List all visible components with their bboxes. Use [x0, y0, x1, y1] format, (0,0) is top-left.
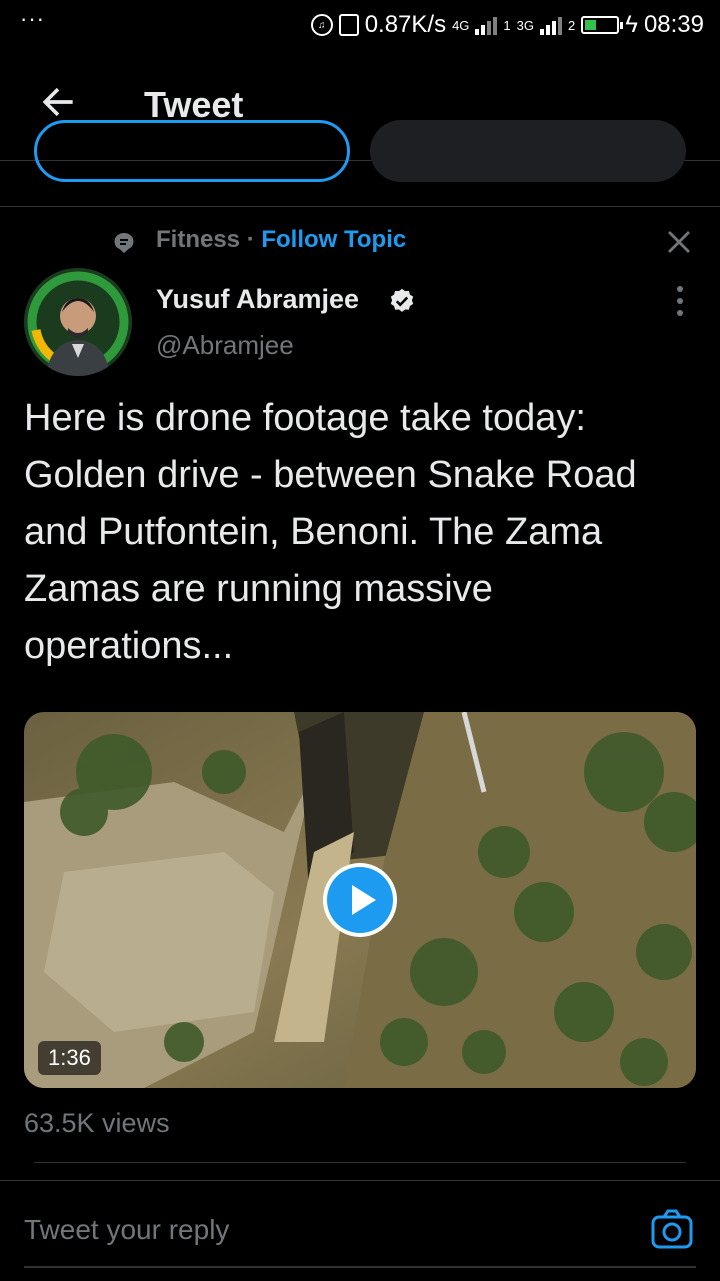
status-icons: ♫ 0.87K/s 4G 1 3G 2 ϟ 08:39	[310, 8, 704, 42]
reply-input[interactable]: Tweet your reply	[24, 1214, 229, 1246]
network-type-1: 4G	[452, 17, 470, 33]
sim-label-1: 1	[503, 17, 511, 33]
network-type-2: 3G	[516, 17, 534, 33]
network-speed: 0.87K/s	[364, 11, 447, 38]
play-icon[interactable]	[320, 860, 400, 940]
partial-filled-button[interactable]	[370, 120, 686, 182]
tweet-text: Here is drone footage take today: Golden…	[24, 397, 637, 667]
avatar-image	[24, 268, 132, 376]
arrow-left-icon[interactable]	[36, 80, 80, 124]
storage-icon	[338, 14, 359, 36]
clock: 08:39	[643, 11, 704, 38]
signal-icon-1	[475, 15, 498, 35]
topic-row: Fitness · Follow Topic	[156, 226, 406, 254]
charging-icon: ϟ	[625, 11, 638, 38]
close-icon[interactable]	[664, 227, 694, 257]
more-options-icon[interactable]	[668, 284, 692, 318]
topic-separator: ·	[240, 226, 262, 253]
author-name[interactable]: Yusuf Abramjee	[156, 284, 359, 315]
vibrate-icon: ♫	[310, 14, 333, 36]
author-handle[interactable]: @Abramjee	[156, 330, 294, 361]
divider	[34, 1162, 686, 1163]
view-count: 63.5K views	[24, 1108, 170, 1138]
sim-label-2: 2	[568, 17, 576, 33]
avatar[interactable]	[24, 268, 132, 376]
follow-topic-link[interactable]: Follow Topic	[261, 226, 406, 253]
status-dots: ···	[20, 6, 45, 31]
verified-badge-icon	[390, 288, 414, 312]
topic-bubble-icon	[114, 233, 134, 253]
video-duration: 1:36	[38, 1041, 101, 1075]
divider	[0, 206, 720, 207]
status-bar: ··· ♫ 0.87K/s 4G 1 3G 2 ϟ 08:39	[0, 0, 720, 50]
camera-icon[interactable]	[650, 1208, 694, 1252]
partial-outline-button[interactable]	[34, 120, 350, 182]
signal-icon-2	[540, 15, 562, 35]
battery-icon	[581, 16, 624, 34]
input-underline	[24, 1266, 696, 1268]
topic-name[interactable]: Fitness	[156, 226, 240, 253]
